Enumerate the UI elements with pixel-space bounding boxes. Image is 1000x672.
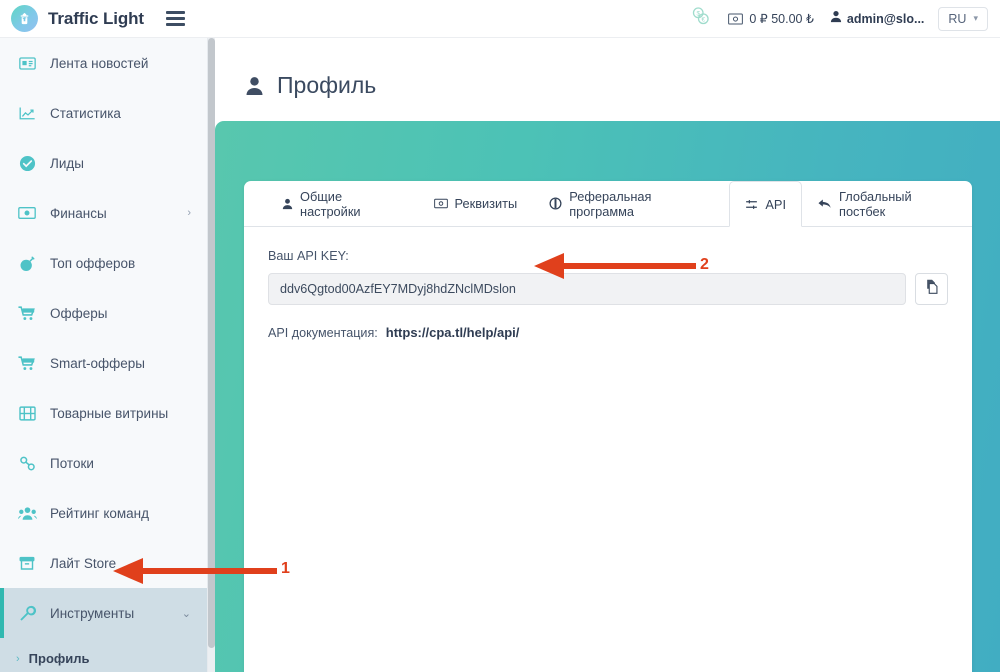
sidebar-item-label: Smart-офферы xyxy=(50,355,145,371)
chevron-right-icon: › xyxy=(16,652,20,665)
sidebar-item-showcases[interactable]: Товарные витрины xyxy=(0,388,207,438)
cart-icon xyxy=(17,305,37,321)
sidebar-item-team-rating[interactable]: Рейтинг команд xyxy=(0,488,207,538)
sidebar-item-streams[interactable]: Потоки xyxy=(0,438,207,488)
tab-general-settings[interactable]: Общие настройки xyxy=(266,181,418,226)
user-icon xyxy=(830,10,842,28)
api-key-input[interactable]: ddv6Qgtod00AzfEY7MDyj8hdZNclMDslon xyxy=(268,273,906,305)
tab-label: Реквизиты xyxy=(454,196,518,211)
sidebar-nav[interactable]: Лента новостей Статистика Лиды Финансы ›… xyxy=(0,38,208,672)
reply-arrow-icon xyxy=(818,198,832,210)
api-doc-label: API документация: xyxy=(268,326,378,340)
api-doc-link[interactable]: https://cpa.tl/help/api/ xyxy=(386,325,520,340)
sidebar-item-tools[interactable]: Инструменты ⌄ xyxy=(0,588,207,638)
check-circle-icon xyxy=(17,155,37,172)
tab-label: Реферальная программа xyxy=(569,188,652,219)
wrench-icon xyxy=(17,605,37,622)
content-panel: Общие настройки Реквизиты Реферальная пр… xyxy=(215,121,1000,672)
sidebar-item-label: Лента новостей xyxy=(50,55,149,71)
brand-name: Traffic Light xyxy=(48,8,144,28)
svg-text:$: $ xyxy=(697,11,701,18)
sidebar-item-smart-offers[interactable]: Smart-офферы xyxy=(0,338,207,388)
sidebar-item-finance[interactable]: Финансы › xyxy=(0,188,207,238)
sidebar-item-light-store[interactable]: Лайт Store xyxy=(0,538,207,588)
chevron-down-icon: ▾ xyxy=(973,13,978,23)
app-header: Traffic Light $ € 0 ₽ 50.00 ₺ admin@slo.… xyxy=(0,0,1000,38)
tab-requisites[interactable]: Реквизиты xyxy=(418,181,534,226)
banknote-icon xyxy=(728,13,744,25)
chevron-down-icon: ⌄ xyxy=(181,607,191,620)
showcase-icon xyxy=(17,405,37,421)
tab-global-postback[interactable]: Глобальный постбек xyxy=(802,181,972,226)
api-tab-body: Ваш API KEY: ddv6Qgtod00AzfEY7MDyj8hdZNc… xyxy=(244,227,972,340)
chart-line-icon xyxy=(17,106,37,121)
chevron-right-icon: › xyxy=(187,207,191,219)
sliders-icon xyxy=(745,198,758,211)
cart-icon xyxy=(17,355,37,371)
copy-api-key-button[interactable] xyxy=(915,273,948,305)
copy-icon xyxy=(924,279,939,299)
banknote-icon xyxy=(17,206,37,220)
sidebar-item-label: Товарные витрины xyxy=(50,405,169,421)
dollar-euro-coins-icon[interactable]: $ € xyxy=(690,5,712,32)
page-title-text: Профиль xyxy=(277,72,377,98)
api-key-row: ddv6Qgtod00AzfEY7MDyj8hdZNclMDslon xyxy=(268,273,948,305)
sidebar-subitem-label: Профиль xyxy=(28,651,90,666)
sidebar-item-news[interactable]: Лента новостей xyxy=(0,38,207,88)
svg-text:€: € xyxy=(702,17,706,24)
api-key-label: Ваш API KEY: xyxy=(268,249,349,263)
sidebar-item-top-offers[interactable]: Топ офферов xyxy=(0,238,207,288)
sidebar-item-label: Топ офферов xyxy=(50,255,136,271)
main-content: Профиль Общие настройки Реквизиты Рефера… xyxy=(215,38,1000,672)
language-value: RU xyxy=(948,11,967,26)
bomb-icon xyxy=(17,255,37,272)
users-icon xyxy=(17,506,37,521)
user-icon xyxy=(245,76,264,96)
tab-api[interactable]: API xyxy=(729,181,803,227)
header-right-group: $ € 0 ₽ 50.00 ₺ admin@slo... RU ▾ xyxy=(690,5,988,32)
box-icon xyxy=(17,556,37,571)
user-icon xyxy=(282,198,293,210)
banknote-icon xyxy=(433,198,448,209)
brand-logo-group[interactable]: Traffic Light xyxy=(11,5,144,32)
sidebar-scrollbar-thumb[interactable] xyxy=(208,38,215,648)
sidebar-item-label: Лиды xyxy=(50,155,84,171)
sidebar-item-label: Финансы xyxy=(50,205,107,221)
link-icon xyxy=(17,456,37,471)
language-selector[interactable]: RU ▾ xyxy=(938,6,988,31)
sidebar-item-statistics[interactable]: Статистика xyxy=(0,88,207,138)
tab-referral-program[interactable]: Реферальная программа xyxy=(533,181,729,226)
sidebar-item-label: Потоки xyxy=(50,455,94,471)
tab-label: API xyxy=(765,196,787,212)
balance-amount: 0 ₽ 50.00 ₺ xyxy=(749,12,814,26)
page-title: Профиль xyxy=(215,38,1000,99)
annotation-number-2: 2 xyxy=(700,256,709,273)
traffic-light-logo-icon xyxy=(11,5,38,32)
tab-label: Глобальный постбек xyxy=(839,188,912,219)
sidebar-item-label: Инструменты xyxy=(50,605,135,621)
sidebar-item-offers[interactable]: Офферы xyxy=(0,288,207,338)
user-email: admin@slo... xyxy=(846,11,925,26)
tab-label: Общие настройки xyxy=(300,188,361,219)
sidebar-item-label: Рейтинг команд xyxy=(50,505,150,521)
profile-card: Общие настройки Реквизиты Реферальная пр… xyxy=(244,181,972,672)
sidebar-subitem-profile[interactable]: › Профиль xyxy=(0,638,207,672)
hamburger-menu-icon[interactable] xyxy=(165,11,185,26)
news-feed-icon xyxy=(17,56,37,71)
user-menu[interactable]: admin@slo... xyxy=(830,10,924,28)
sidebar-item-label: Лайт Store xyxy=(50,555,117,571)
sidebar-item-leads[interactable]: Лиды xyxy=(0,138,207,188)
sidebar-item-label: Офферы xyxy=(50,305,108,321)
sidebar-item-label: Статистика xyxy=(50,105,121,121)
api-doc-row: API документация: https://cpa.tl/help/ap… xyxy=(268,325,948,340)
profile-tabs[interactable]: Общие настройки Реквизиты Реферальная пр… xyxy=(244,181,972,227)
balance-group[interactable]: 0 ₽ 50.00 ₺ xyxy=(728,11,814,26)
annotation-number-1: 1 xyxy=(281,560,290,577)
referral-icon xyxy=(549,197,562,210)
